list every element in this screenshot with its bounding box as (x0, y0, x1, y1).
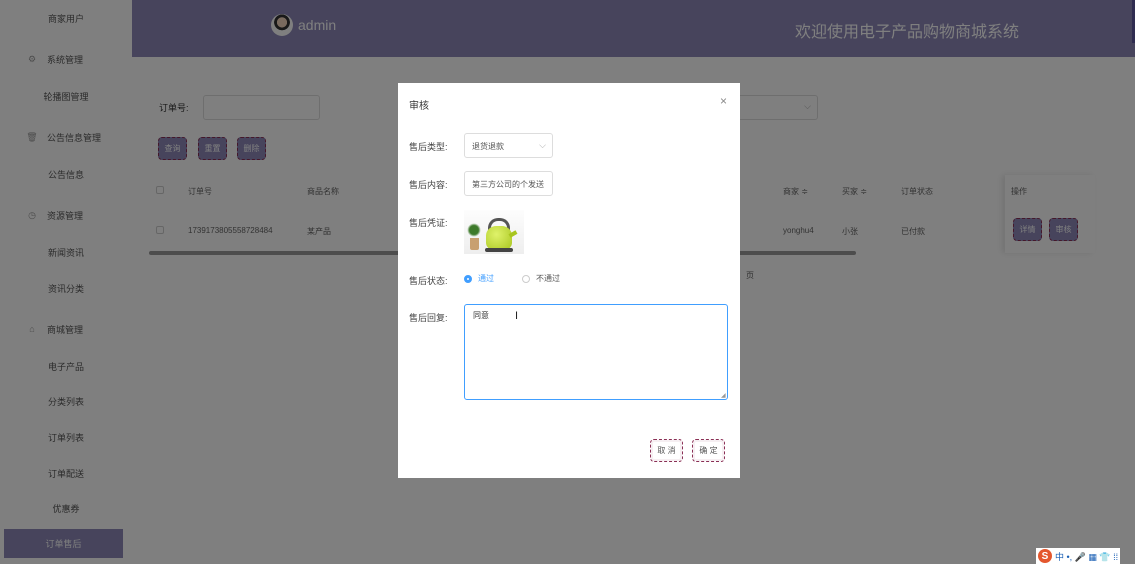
radio-approve-label: 通过 (478, 274, 494, 283)
status-label: 售后状态: (409, 276, 448, 286)
radio-reject[interactable]: 不通过 (522, 273, 560, 284)
ime-status-text: 中 •, 🎤 ▦ 👕 ⁞⁞ (1055, 551, 1119, 562)
after-sales-type-select[interactable]: 退货退款 ⌵ (464, 133, 553, 158)
radio-approve[interactable]: 通过 (464, 273, 494, 284)
radio-unchecked-icon (522, 274, 530, 283)
close-icon[interactable]: × (720, 94, 727, 108)
text-cursor-icon: I (515, 310, 519, 322)
resize-handle-icon[interactable]: ◢ (721, 392, 726, 399)
chevron-down-icon: ⌵ (539, 140, 546, 150)
cancel-button[interactable]: 取 消 (650, 439, 683, 462)
sogou-logo-icon: S (1038, 549, 1052, 563)
proof-image[interactable] (464, 210, 524, 254)
after-sales-type-value: 退货退款 (472, 142, 504, 151)
confirm-button[interactable]: 确 定 (692, 439, 725, 462)
plant-graphic (466, 222, 482, 238)
kettle-graphic (486, 226, 512, 250)
radio-checked-icon (464, 274, 472, 283)
after-sales-content-input[interactable]: 第三方公司的个发送 (464, 171, 553, 196)
type-label: 售后类型: (409, 142, 448, 152)
ime-toolbar[interactable]: S 中 •, 🎤 ▦ 👕 ⁞⁞ (1036, 548, 1121, 564)
dialog-title: 审核 (409, 101, 429, 112)
content-label: 售后内容: (409, 180, 448, 190)
pot-graphic (470, 238, 479, 250)
radio-reject-label: 不通过 (536, 274, 560, 283)
proof-label: 售后凭证: (409, 218, 448, 228)
review-dialog: 审核 × 售后类型: 退货退款 ⌵ 售后内容: 第三方公司的个发送 售后凭证: … (398, 83, 740, 478)
reply-label: 售后回复: (409, 313, 448, 323)
reply-textarea[interactable]: 同意 (464, 304, 728, 400)
kettle-base-graphic (485, 248, 513, 252)
